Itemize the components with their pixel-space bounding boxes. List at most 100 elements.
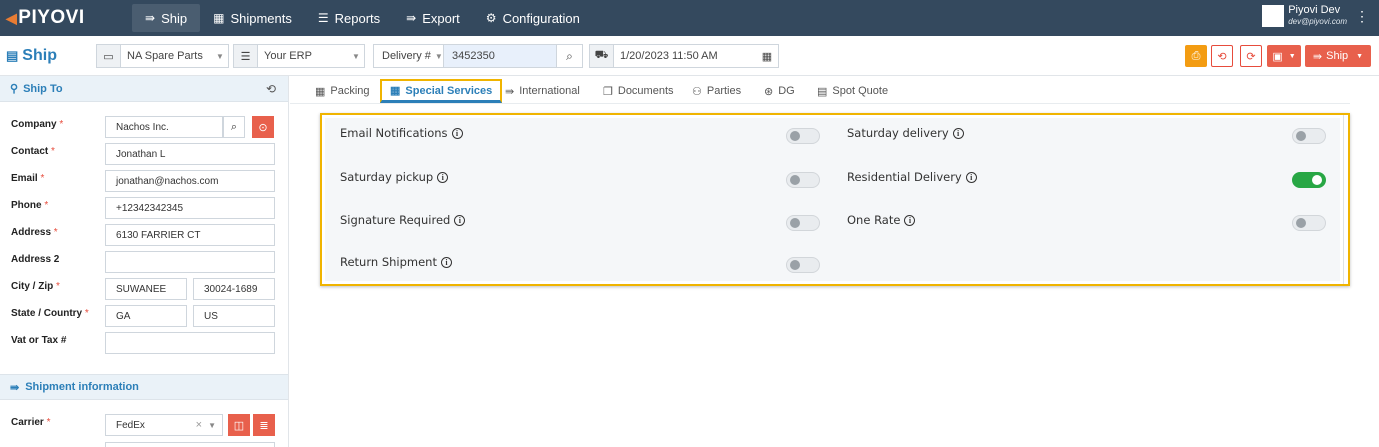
address2-label-text: Address 2: [11, 254, 60, 265]
reset-icon[interactable]: ⟲: [266, 82, 276, 96]
user-email: dev@piyovi.com: [1288, 17, 1347, 26]
signature-required-toggle[interactable]: [786, 215, 820, 231]
company-label-text: Company: [11, 119, 57, 130]
save-icon: ▣: [1272, 50, 1283, 63]
state-input[interactable]: GA: [105, 305, 187, 327]
tab-international[interactable]: ⇛ International: [505, 79, 580, 103]
email-notifications-toggle[interactable]: [786, 128, 820, 144]
save-button[interactable]: ▣ ▼: [1267, 45, 1301, 67]
tab-parties[interactable]: ⚇ Parties: [692, 79, 741, 103]
nav-ship[interactable]: ⇛ Ship: [132, 4, 201, 32]
list-icon[interactable]: ≣: [253, 414, 275, 436]
reference-input[interactable]: 3452350: [444, 45, 556, 67]
ship-toolbar: ▤ Ship ▭ NA Spare Parts ▼ ☰ Your ERP ▼ De…: [0, 36, 1379, 76]
residential-delivery-option: Residential Delivery i: [847, 170, 977, 184]
carrier-row: Carrier * FedEx × ▼ ◫ ≣: [0, 414, 289, 436]
tab-international-label: International: [519, 85, 580, 97]
residential-delivery-toggle[interactable]: [1292, 172, 1326, 188]
city-zip-label: City / Zip *: [11, 281, 60, 292]
ship-date-field[interactable]: ⛟ 1/20/2023 11:50 AM ▦: [589, 44, 779, 68]
nav-configuration[interactable]: ⚙ Configuration: [473, 4, 593, 32]
company-input[interactable]: Nachos Inc.: [105, 116, 223, 138]
info-icon[interactable]: i: [437, 171, 449, 183]
calendar-icon[interactable]: ▦: [756, 50, 778, 63]
user-menu[interactable]: Piyovi Dev dev@piyovi.com ⋮: [1262, 5, 1369, 27]
user-name: Piyovi Dev: [1288, 4, 1341, 16]
vat-input[interactable]: [105, 332, 275, 354]
nav-shipments[interactable]: ▦ Shipments: [200, 4, 305, 32]
carrier-select[interactable]: FedEx × ▼: [105, 414, 223, 436]
tab-special-services[interactable]: ▦ Special Services: [380, 79, 503, 103]
phone-label-text: Phone: [11, 200, 42, 211]
zip-input[interactable]: 30024-1689: [193, 278, 275, 300]
search-icon[interactable]: ⌕: [223, 116, 245, 138]
check-circle-icon[interactable]: ⊙: [252, 116, 274, 138]
shipment-info-header[interactable]: ⇛ Shipment information: [0, 374, 288, 400]
phone-label: Phone *: [11, 200, 48, 211]
city-input[interactable]: SUWANEE: [105, 278, 187, 300]
print-button[interactable]: ⎙: [1185, 45, 1207, 67]
truck-icon: ⛟: [590, 45, 614, 67]
info-icon[interactable]: i: [904, 214, 916, 226]
ship-button-label: Ship: [1326, 50, 1349, 62]
address-input[interactable]: 6130 FARRIER CT: [105, 224, 275, 246]
phone-input[interactable]: +12342342345: [105, 197, 275, 219]
reference-type-select[interactable]: Delivery # ▼: [374, 45, 444, 67]
location-select[interactable]: ▭ NA Spare Parts ▼: [96, 44, 229, 68]
saturday-delivery-toggle[interactable]: [1292, 128, 1326, 144]
left-panel: ⚲ Ship To ⟲ Company * Nachos Inc. ⌕ ⊙ Con…: [0, 76, 289, 447]
return-shipment-toggle[interactable]: [786, 257, 820, 273]
logo[interactable]: ◀ PIYOVI: [0, 7, 104, 29]
next-field-input[interactable]: [105, 442, 275, 447]
toggle-knob: [790, 218, 800, 228]
state-country-row: State / Country * GA US: [0, 305, 289, 327]
source-select[interactable]: ☰ Your ERP ▼: [233, 44, 365, 68]
one-rate-label: One Rate: [847, 213, 901, 227]
address2-input[interactable]: [105, 251, 275, 273]
nav-export[interactable]: ⇛ Export: [393, 4, 473, 32]
ship-date-value: 1/20/2023 11:50 AM: [620, 50, 718, 62]
ship-icon: ⇛: [145, 11, 156, 25]
email-input[interactable]: jonathan@nachos.com: [105, 170, 275, 192]
tab-packing[interactable]: ▦ Packing: [315, 79, 370, 103]
saturday-pickup-toggle[interactable]: [786, 172, 820, 188]
tab-documents[interactable]: ❐ Documents: [603, 79, 674, 103]
clear-icon[interactable]: ×: [196, 419, 202, 431]
info-icon[interactable]: i: [454, 214, 466, 226]
gift-icon[interactable]: ◫: [228, 414, 250, 436]
tab-packing-label: Packing: [330, 85, 370, 97]
international-icon: ⇛: [505, 85, 515, 98]
info-icon[interactable]: i: [952, 127, 964, 139]
more-vertical-icon[interactable]: ⋮: [1355, 8, 1369, 25]
required-marker: *: [51, 146, 55, 157]
signature-required-option: Signature Required i: [340, 213, 466, 227]
one-rate-toggle[interactable]: [1292, 215, 1326, 231]
ship-button[interactable]: ⇛ Ship ▼: [1305, 45, 1371, 67]
chevron-down-icon: ▼: [1356, 52, 1364, 60]
info-icon[interactable]: i: [965, 171, 977, 183]
printer-icon: ⎙: [1191, 49, 1201, 62]
vat-row: Vat or Tax #: [0, 332, 289, 354]
history-button[interactable]: ⟲: [1211, 45, 1233, 67]
tab-dg[interactable]: ⊛ DG: [764, 79, 795, 103]
contact-input[interactable]: Jonathan L: [105, 143, 275, 165]
carrier-label-text: Carrier: [11, 417, 44, 428]
city-zip-row: City / Zip * SUWANEE 30024-1689: [0, 278, 289, 300]
tab-spot-quote[interactable]: ▤ Spot Quote: [817, 79, 888, 103]
tab-divider: [290, 103, 1350, 104]
nav-reports[interactable]: ☰ Reports: [305, 4, 393, 32]
spot-quote-icon: ▤: [817, 85, 828, 98]
nav-configuration-label: Configuration: [502, 10, 580, 26]
country-input[interactable]: US: [193, 305, 275, 327]
info-icon[interactable]: i: [451, 127, 463, 139]
search-icon[interactable]: ⌕: [556, 45, 582, 67]
toggle-knob: [1296, 131, 1306, 141]
required-marker: *: [56, 281, 60, 292]
toggle-knob: [790, 260, 800, 270]
refresh-button[interactable]: ⟳: [1240, 45, 1262, 67]
saturday-delivery-option: Saturday delivery i: [847, 126, 964, 140]
signature-required-label: Signature Required: [340, 213, 451, 227]
server-icon: ☰: [234, 45, 258, 67]
ship-icon: ⇛: [1312, 50, 1323, 63]
info-icon[interactable]: i: [440, 256, 452, 268]
